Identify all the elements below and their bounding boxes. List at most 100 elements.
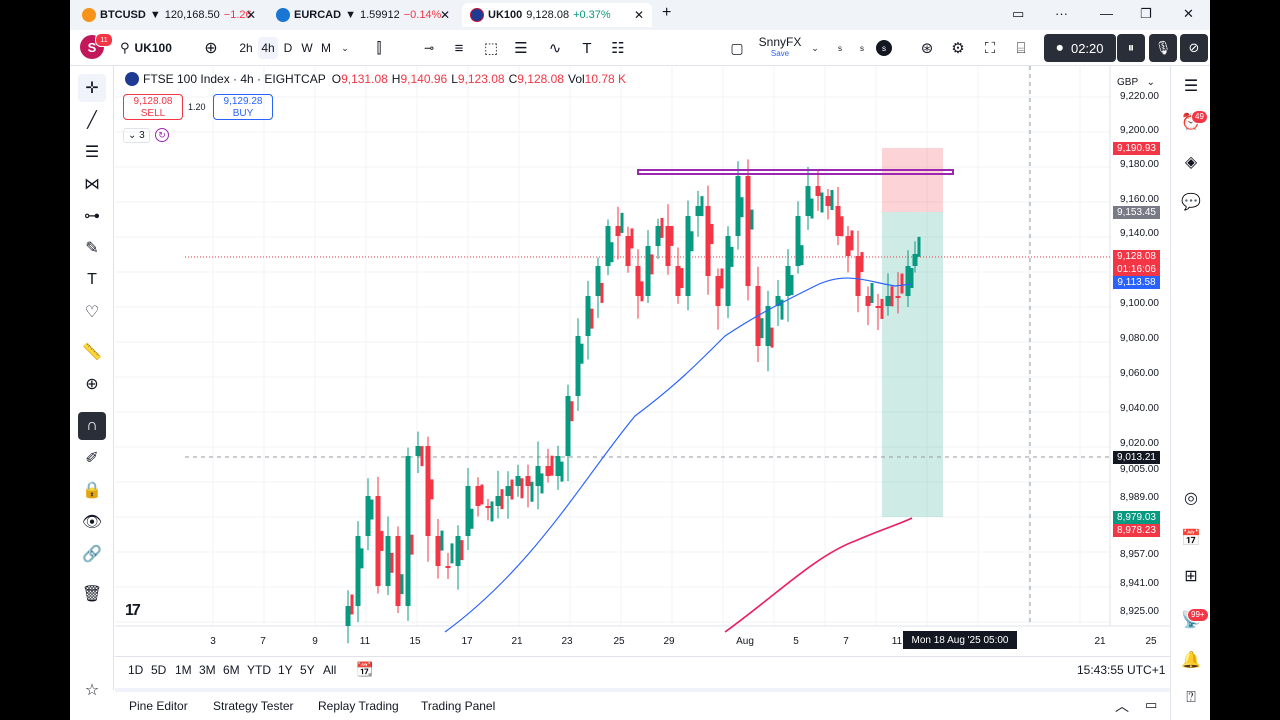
text-icon[interactable]: T (576, 37, 598, 59)
symbol-search[interactable]: ⚲ UK100 (120, 37, 172, 59)
close-icon[interactable]: ✕ (246, 8, 256, 22)
close-icon[interactable]: ✕ (440, 8, 450, 22)
maximize-panel-icon[interactable]: ▭ (1145, 697, 1157, 713)
templates-icon[interactable]: ☰ (510, 37, 532, 59)
calendar-icon[interactable]: 📅 (1177, 524, 1205, 552)
price-badge-entry: 9,153.45 (1113, 206, 1160, 219)
heart-icon[interactable]: ♡ (78, 298, 106, 326)
timeframe-d[interactable]: D (280, 37, 296, 59)
range-1y[interactable]: 1Y (278, 663, 293, 677)
buy-button[interactable]: 9,129.28 BUY (213, 94, 273, 120)
candles-icon[interactable]: ⫿ (368, 37, 390, 59)
tab-eurcad[interactable]: EURCAD ▼ 1.59912 −0.14% ✕ (268, 3, 458, 27)
tab-btcusd[interactable]: BTCUSD ▼ 120,168.50 −1.26 ✕ (74, 3, 264, 27)
star-icon[interactable]: ☆ (78, 676, 106, 704)
minimize-icon[interactable]: — (1100, 6, 1113, 21)
close-icon[interactable]: ✕ (634, 8, 644, 22)
chart-canvas[interactable] (115, 66, 1170, 656)
zoom-in-icon[interactable]: ⊕ (78, 370, 106, 398)
maximize-icon[interactable]: ❐ (1140, 6, 1152, 22)
range-3m[interactable]: 3M (199, 663, 216, 677)
tab-uk100[interactable]: UK100 9,128.08 +0.37% ✕ (462, 3, 652, 27)
microphone-icon[interactable]: 🎙 (1149, 34, 1177, 62)
trend-line-icon[interactable]: ╱ (78, 106, 106, 134)
currency-selector[interactable]: GBP ⌄ (1113, 74, 1159, 90)
clock[interactable]: 15:43:55 UTC+1 (1077, 663, 1165, 677)
camera-icon[interactable]: ⌸ (1010, 37, 1032, 59)
apps-grid-icon[interactable]: ⊞ (1177, 562, 1205, 590)
date-range-calendar-icon[interactable]: 📆 (356, 661, 373, 678)
range-1d[interactable]: 1D (128, 663, 143, 677)
target-icon[interactable]: ◎ (1177, 484, 1205, 512)
compare-add-icon[interactable]: ⊕ (201, 37, 221, 59)
sync-icon[interactable]: ↻ (155, 128, 169, 142)
chart-pane[interactable]: FTSE 100 Index · 4h · EIGHTCAP O 9,131.08… (115, 66, 1170, 656)
layout-name[interactable]: SnnyFX Save (758, 36, 802, 59)
crosshair-icon[interactable]: ✛ (78, 74, 106, 102)
more-icon[interactable]: ··· (1055, 6, 1068, 21)
time-tick: 21 (1094, 636, 1106, 647)
bell-icon[interactable]: 🔔 (1177, 646, 1205, 674)
indicators-icon[interactable]: ≡ (448, 37, 470, 59)
window-close-icon[interactable]: ✕ (1183, 6, 1194, 22)
candle-body (685, 216, 691, 296)
chevron-down-icon[interactable]: ⌄ (808, 37, 822, 59)
range-all[interactable]: All (323, 663, 336, 677)
timeframe-2h[interactable]: 2h (236, 37, 256, 59)
magnet-icon[interactable]: ∩ (78, 412, 106, 440)
timeframe-4h[interactable]: 4h (258, 37, 278, 59)
timeframe-m[interactable]: M (318, 37, 334, 59)
line-tool-icon[interactable]: ⊸ (418, 37, 440, 59)
alert-wave-icon[interactable]: ∿ (542, 37, 568, 59)
sell-button[interactable]: 9,128.08 SELL (123, 94, 183, 120)
help-icon[interactable]: ⍰ (1177, 684, 1205, 712)
chevron-down-icon[interactable]: ⌄ (338, 37, 352, 59)
chat-icon[interactable]: 💬 (1177, 188, 1205, 216)
sync-s-icon[interactable]: s (832, 37, 848, 59)
lock-icon[interactable]: 🔒 (78, 476, 106, 504)
quick-search-icon[interactable]: ⊛ (916, 37, 938, 59)
collapse-up-icon[interactable]: ︿ (1115, 696, 1129, 716)
lock-pencil-icon[interactable]: ✐ (78, 444, 106, 472)
trash-icon[interactable]: 🗑 (78, 580, 106, 608)
tab-pine-editor[interactable]: Pine Editor (129, 699, 188, 713)
price-tick: 9,080.00 (1120, 333, 1159, 344)
eye-icon[interactable]: 👁 (78, 508, 106, 536)
candle-body (590, 308, 594, 329)
range-6m[interactable]: 6M (223, 663, 240, 677)
link-icon[interactable]: 🔗 (78, 540, 106, 568)
indicators-toggle[interactable]: ⌄ 3 (123, 128, 150, 143)
sync-active-icon[interactable]: s (876, 40, 892, 56)
new-tab-button[interactable]: + (662, 4, 671, 22)
ruler-icon[interactable]: 📏 (78, 338, 106, 366)
candle-body (410, 534, 414, 555)
camera-off-icon[interactable]: ⊘ (1180, 34, 1208, 62)
layout-icon[interactable]: ▢ (726, 37, 748, 59)
pattern-icon[interactable]: ⋈ (78, 170, 106, 198)
tab-trading-panel[interactable]: Trading Panel (421, 699, 495, 713)
price-badge-ma2: 8,978.23 (1113, 524, 1160, 537)
layers-icon[interactable]: ◈ (1177, 148, 1205, 176)
range-5d[interactable]: 5D (151, 663, 166, 677)
tab-strategy-tester[interactable]: Strategy Tester (213, 699, 293, 713)
watchlist-icon[interactable]: ☰ (1177, 72, 1205, 100)
replay-timer[interactable]: ⏺ 02:20 (1044, 34, 1116, 62)
sync-s-icon[interactable]: s (854, 37, 870, 59)
range-1m[interactable]: 1M (175, 663, 192, 677)
candle-body (400, 574, 404, 595)
tab-replay-trading[interactable]: Replay Trading (318, 699, 399, 713)
rectangle-icon[interactable]: ⬚ (480, 37, 502, 59)
range-5y[interactable]: 5Y (300, 663, 315, 677)
settings-list-icon[interactable]: ☷ (606, 37, 630, 59)
range-ytd[interactable]: YTD (247, 663, 271, 677)
screen-cast-icon[interactable]: ▭ (1012, 6, 1024, 22)
pause-icon[interactable]: ⏸ (1117, 34, 1145, 62)
gear-icon[interactable]: ⚙ (947, 37, 969, 59)
fullscreen-icon[interactable]: ⛶ (979, 37, 1001, 59)
price-tick: 9,020.00 (1120, 438, 1159, 449)
brush-icon[interactable]: ✎ (78, 234, 106, 262)
forecast-icon[interactable]: ⊶ (78, 202, 106, 230)
timeframe-w[interactable]: W (299, 37, 315, 59)
text-tool-icon[interactable]: T (78, 266, 106, 294)
fib-retracement-icon[interactable]: ☰ (78, 138, 106, 166)
